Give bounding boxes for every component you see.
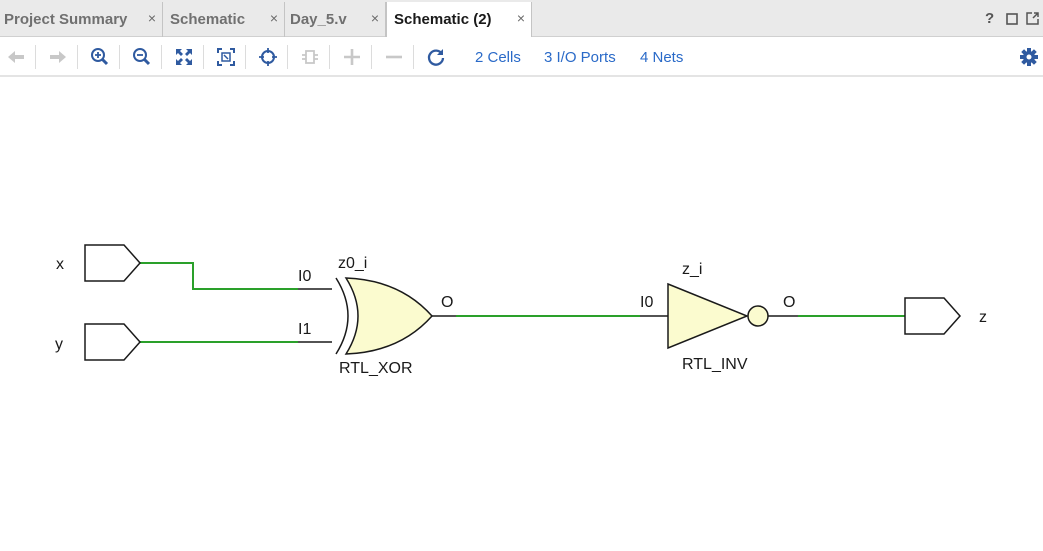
zoom-in-icon[interactable]	[88, 45, 112, 69]
xor-instance-name: z0_i	[338, 255, 367, 272]
forward-arrow-icon[interactable]	[46, 45, 70, 69]
restore-icon[interactable]	[1006, 12, 1018, 29]
tab-project-summary[interactable]: Project Summary ×	[0, 2, 163, 37]
expand-cell-icon[interactable]	[298, 45, 322, 69]
fit-view-icon[interactable]	[172, 45, 196, 69]
net-x[interactable]	[140, 262, 298, 290]
refresh-icon[interactable]	[424, 45, 448, 69]
output-port-z[interactable]: z	[904, 297, 987, 335]
help-icon[interactable]: ?	[985, 10, 994, 27]
input-port-x[interactable]: x	[56, 244, 142, 282]
inv-pin-i0: I0	[640, 294, 653, 311]
tab-close-icon[interactable]: ×	[371, 10, 379, 26]
back-arrow-icon[interactable]	[4, 45, 28, 69]
autofit-target-icon[interactable]	[256, 45, 280, 69]
xor-pin-i0: I0	[298, 268, 311, 285]
tab-close-icon[interactable]: ×	[148, 10, 156, 26]
tab-label: Schematic (2)	[394, 11, 492, 28]
zoom-fit-selection-icon[interactable]	[214, 45, 238, 69]
settings-gear-icon[interactable]	[1017, 45, 1041, 69]
inv-cell-type: RTL_INV	[682, 356, 748, 373]
tab-close-icon[interactable]: ×	[517, 10, 525, 26]
input-port-y[interactable]: y	[55, 323, 142, 361]
float-window-icon[interactable]	[1026, 12, 1039, 29]
port-label-y: y	[55, 336, 63, 353]
inverter-cell[interactable]: z_i I0 O RTL_INV	[640, 261, 798, 373]
xor-cell-type: RTL_XOR	[339, 360, 413, 377]
cells-count-link[interactable]: 2 Cells	[475, 49, 521, 66]
xor-cell[interactable]: z0_i I0 I1 O RTL_XOR	[298, 255, 456, 377]
zoom-out-icon[interactable]	[130, 45, 154, 69]
schematic-toolbar: 2 Cells 3 I/O Ports 4 Nets	[0, 37, 1043, 77]
tab-label: Day_5.v	[290, 11, 347, 28]
xor-pin-i1: I1	[298, 321, 311, 338]
port-label-x: x	[56, 256, 64, 273]
inv-pin-o: O	[783, 294, 795, 311]
schematic-diagram[interactable]: x y z0_i I0 I1 O RTL_XOR z_i I0 O RTL_IN…	[0, 78, 1043, 546]
tab-bar: Project Summary × Schematic × Day_5.v × …	[0, 0, 1043, 38]
schematic-canvas[interactable]: x y z0_i I0 I1 O RTL_XOR z_i I0 O RTL_IN…	[0, 78, 1043, 546]
port-label-z: z	[979, 309, 987, 326]
inv-instance-name: z_i	[682, 261, 702, 278]
tab-label: Project Summary	[4, 11, 128, 28]
remove-icon[interactable]	[382, 45, 406, 69]
tab-day5-v[interactable]: Day_5.v ×	[285, 2, 386, 37]
tab-close-icon[interactable]: ×	[270, 10, 278, 26]
add-icon[interactable]	[340, 45, 364, 69]
tab-label: Schematic	[170, 11, 246, 28]
nets-count-link[interactable]: 4 Nets	[640, 49, 683, 66]
tab-schematic-2[interactable]: Schematic (2) ×	[386, 2, 532, 38]
xor-pin-o: O	[441, 294, 453, 311]
io-ports-count-link[interactable]: 3 I/O Ports	[544, 49, 616, 66]
tab-schematic[interactable]: Schematic ×	[163, 2, 285, 37]
